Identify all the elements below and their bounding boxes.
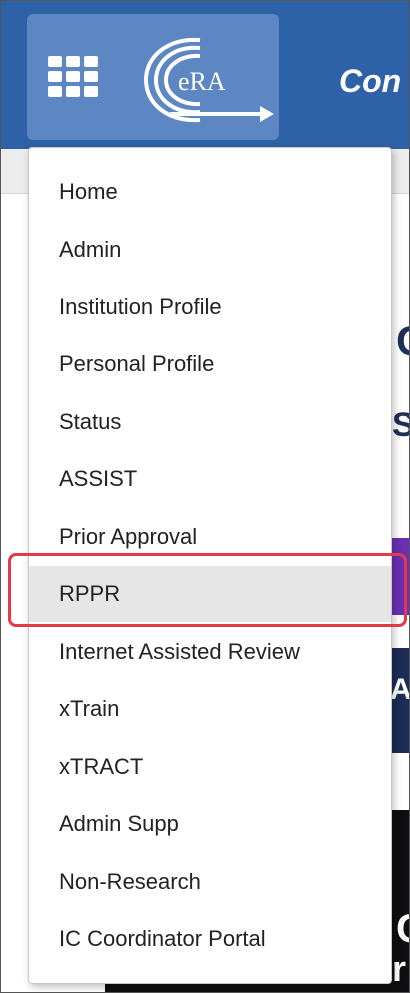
era-logo-icon: eRA: [143, 37, 274, 123]
logo-text: eRA: [178, 67, 226, 96]
menu-item-assist[interactable]: ASSIST: [29, 451, 391, 507]
apps-grid-icon: [48, 56, 98, 98]
background-text-fragment: C: [396, 905, 410, 953]
menu-item-admin-supp[interactable]: Admin Supp: [29, 796, 391, 852]
menu-item-ic-coordinator-portal[interactable]: IC Coordinator Portal: [29, 911, 391, 967]
menu-item-home[interactable]: Home: [29, 164, 391, 220]
menu-item-admin[interactable]: Admin: [29, 222, 391, 278]
menu-item-status[interactable]: Status: [29, 394, 391, 450]
menu-item-rppr[interactable]: RPPR: [29, 566, 391, 622]
menu-item-personal-profile[interactable]: Personal Profile: [29, 336, 391, 392]
background-text-fragment: r: [392, 948, 407, 989]
menu-item-xtract[interactable]: xTRACT: [29, 739, 391, 795]
menu-item-xtrain[interactable]: xTrain: [29, 681, 391, 737]
background-text-fragment: S: [392, 406, 410, 444]
background-banner-purple: [392, 538, 410, 615]
menu-item-non-research[interactable]: Non-Research: [29, 854, 391, 910]
header-title: Con: [339, 63, 402, 99]
menu-item-internet-assisted-review[interactable]: Internet Assisted Review: [29, 624, 391, 680]
app-switcher-menu: Home Admin Institution Profile Personal …: [28, 147, 392, 984]
background-text-fragment: AS: [390, 673, 410, 706]
background-text-fragment: C: [396, 316, 410, 366]
menu-item-prior-approval[interactable]: Prior Approval: [29, 509, 391, 565]
menu-item-institution-profile[interactable]: Institution Profile: [29, 279, 391, 335]
